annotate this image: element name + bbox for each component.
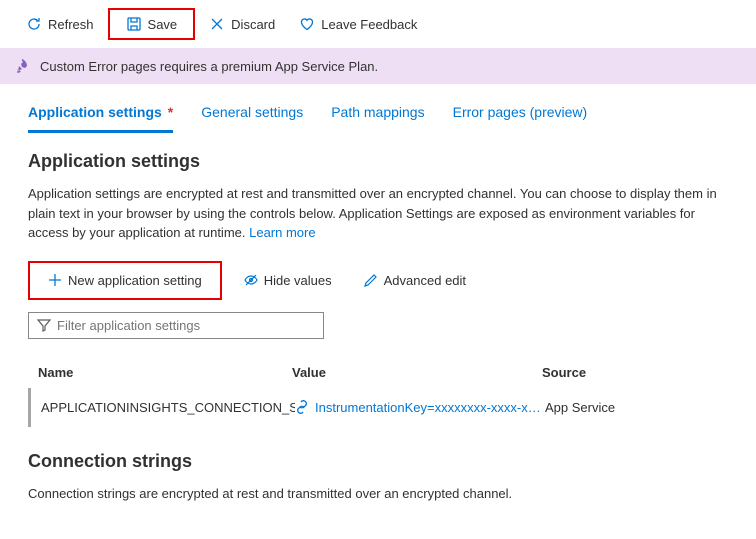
content: Application settings Application setting… bbox=[0, 133, 756, 539]
row-value-cell[interactable]: InstrumentationKey=xxxxxxxx-xxxx-xxxx bbox=[295, 400, 545, 415]
feedback-label: Leave Feedback bbox=[321, 17, 417, 32]
tab-general-settings[interactable]: General settings bbox=[201, 98, 303, 133]
feedback-button[interactable]: Leave Feedback bbox=[289, 12, 427, 36]
new-setting-highlight-box: New application setting bbox=[28, 261, 222, 300]
toolbar: Refresh Save Discard Leave Feedback bbox=[0, 0, 756, 48]
row-value: InstrumentationKey=xxxxxxxx-xxxx-xxxx bbox=[315, 400, 545, 415]
close-icon bbox=[209, 16, 225, 32]
refresh-icon bbox=[26, 16, 42, 32]
row-name: APPLICATIONINSIGHTS_CONNECTION_STRING bbox=[41, 400, 295, 415]
premium-banner: Custom Error pages requires a premium Ap… bbox=[0, 48, 756, 84]
filter-input[interactable] bbox=[57, 318, 315, 333]
header-name[interactable]: Name bbox=[38, 365, 292, 380]
settings-table: Name Value Source APPLICATIONINSIGHTS_CO… bbox=[28, 357, 728, 427]
tab-error-pages[interactable]: Error pages (preview) bbox=[453, 98, 588, 133]
advanced-edit-label: Advanced edit bbox=[384, 273, 466, 288]
tab-path-mappings[interactable]: Path mappings bbox=[331, 98, 424, 133]
tab-app-settings-label: Application settings bbox=[28, 104, 162, 120]
save-highlight-box: Save bbox=[108, 8, 196, 40]
filter-box[interactable] bbox=[28, 312, 324, 339]
table-header: Name Value Source bbox=[28, 357, 728, 388]
discard-button[interactable]: Discard bbox=[199, 12, 285, 36]
refresh-button[interactable]: Refresh bbox=[16, 12, 104, 36]
heart-icon bbox=[299, 16, 315, 32]
header-value[interactable]: Value bbox=[292, 365, 542, 380]
new-setting-label: New application setting bbox=[68, 273, 202, 288]
connection-strings-title: Connection strings bbox=[28, 451, 728, 472]
tab-error-label: Error pages (preview) bbox=[453, 104, 588, 120]
tabs: Application settings * General settings … bbox=[0, 84, 756, 133]
refresh-label: Refresh bbox=[48, 17, 94, 32]
save-icon bbox=[126, 16, 142, 32]
advanced-edit-button[interactable]: Advanced edit bbox=[354, 267, 476, 294]
app-settings-title: Application settings bbox=[28, 151, 728, 172]
filter-icon bbox=[37, 318, 51, 332]
action-row: New application setting Hide values Adva… bbox=[28, 261, 728, 300]
table-row[interactable]: APPLICATIONINSIGHTS_CONNECTION_STRING In… bbox=[28, 388, 728, 427]
connection-strings-section: Connection strings Connection strings ar… bbox=[28, 451, 728, 504]
banner-text: Custom Error pages requires a premium Ap… bbox=[40, 59, 378, 74]
save-button[interactable]: Save bbox=[116, 12, 188, 36]
link-icon bbox=[295, 400, 309, 414]
tab-path-label: Path mappings bbox=[331, 104, 424, 120]
pencil-icon bbox=[364, 273, 378, 287]
tab-application-settings[interactable]: Application settings * bbox=[28, 98, 173, 133]
connection-strings-description: Connection strings are encrypted at rest… bbox=[28, 484, 728, 504]
new-application-setting-button[interactable]: New application setting bbox=[38, 267, 212, 294]
discard-label: Discard bbox=[231, 17, 275, 32]
eye-slash-icon bbox=[244, 273, 258, 287]
plus-icon bbox=[48, 273, 62, 287]
tab-general-label: General settings bbox=[201, 104, 303, 120]
learn-more-link[interactable]: Learn more bbox=[249, 225, 315, 240]
hide-values-label: Hide values bbox=[264, 273, 332, 288]
rocket-icon bbox=[14, 58, 30, 74]
app-settings-description: Application settings are encrypted at re… bbox=[28, 184, 728, 243]
hide-values-button[interactable]: Hide values bbox=[234, 267, 342, 294]
save-label: Save bbox=[148, 17, 178, 32]
dirty-indicator: * bbox=[168, 104, 173, 120]
header-source[interactable]: Source bbox=[542, 365, 718, 380]
row-source: App Service bbox=[545, 400, 718, 415]
